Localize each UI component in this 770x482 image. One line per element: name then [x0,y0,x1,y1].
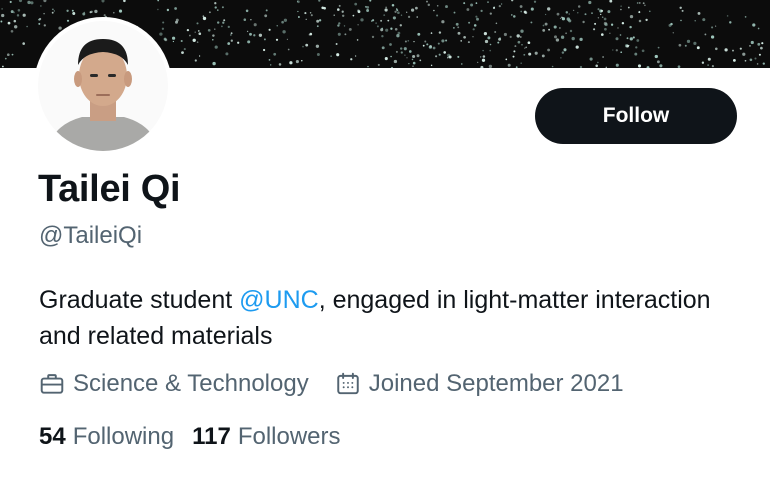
profile-meta: Science & Technology Joined September 20… [39,367,624,401]
following-label: Following [72,423,175,450]
followers-link[interactable]: 117 Followers [192,423,340,451]
category-label: Science & Technology [73,370,309,397]
followers-count: 117 [192,423,231,450]
followers-label: Followers [237,423,341,450]
avatar-photo [38,21,168,151]
avatar[interactable] [34,17,172,155]
profile-page: Follow Tailei Qi @TaileiQi Graduate stud… [0,0,770,482]
calendar-icon [335,371,361,397]
follow-button[interactable]: Follow [535,88,737,144]
display-name: Tailei Qi [38,168,181,210]
bio-mention-link[interactable]: @UNC [239,286,319,314]
briefcase-icon [39,371,65,397]
profile-bio: Graduate student @UNC, engaged in light-… [39,282,739,354]
following-count: 54 [39,423,66,450]
joined-label: Joined September 2021 [368,370,624,397]
profile-stats: 54 Following 117 Followers [39,420,341,454]
profile-category: Science & Technology [39,370,309,398]
following-link[interactable]: 54 Following [39,423,174,451]
bio-text-start: Graduate student [39,286,240,314]
profile-joined-date: Joined September 2021 [335,370,624,398]
user-handle: @TaileiQi [39,222,143,249]
